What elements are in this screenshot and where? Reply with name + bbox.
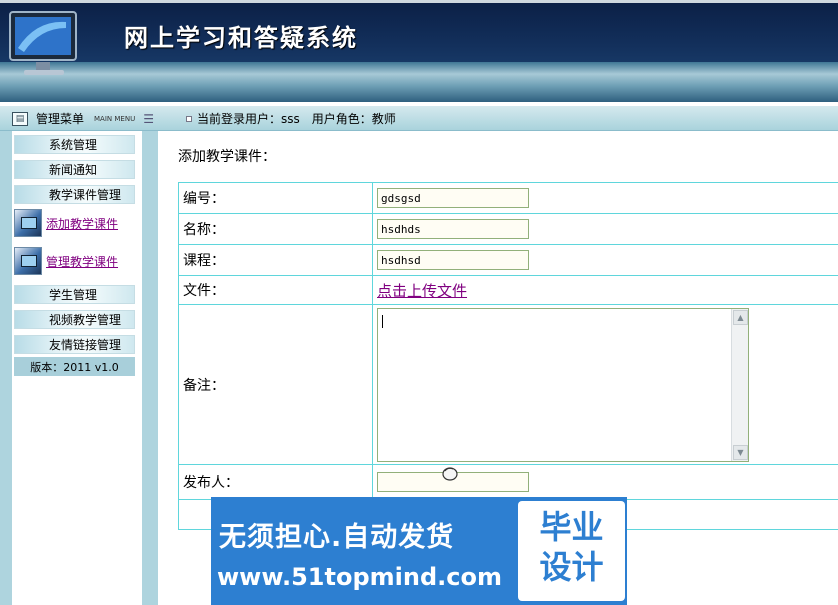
monitor-icon (9, 11, 77, 75)
remark-textarea[interactable]: ▲ ▼ (377, 307, 749, 462)
sidebar-link-manage-courseware[interactable]: 管理教学课件 (14, 245, 142, 277)
sidebar-link-add-courseware[interactable]: 添加教学课件 (14, 207, 142, 239)
app-window: 网上学习和答疑系统 ▤ 管理菜单 MAIN MENU ☰ 当前登录用户：sss … (0, 0, 838, 605)
banner-slogan: 无须担心.自动发货 (219, 522, 455, 553)
courseware-thumbnail-icon (14, 247, 42, 275)
sidebar-item-courseware[interactable]: 教学课件管理 (14, 185, 135, 204)
sidebar-item-label: 学生管理 (49, 288, 98, 302)
scroll-up-icon[interactable]: ▲ (733, 309, 748, 325)
form-row-name: 名称： hsdhds (178, 213, 838, 245)
upload-file-link[interactable]: 点击上传文件 (377, 282, 467, 300)
manage-courseware-link[interactable]: 管理教学课件 (46, 253, 118, 270)
remark-label: 备注： (178, 304, 373, 465)
menu-strip: ▤ 管理菜单 MAIN MENU ☰ 当前登录用户：sss 用户角色：教师 (0, 106, 838, 131)
header-banner: 网上学习和答疑系统 (0, 0, 838, 102)
form-row-number: 编号： gdsgsd (178, 182, 838, 214)
banner-badge: 毕业 设计 (518, 501, 625, 601)
menu-subtitle: MAIN MENU (94, 114, 136, 123)
current-user: 当前登录用户：sss (197, 112, 300, 126)
textarea-scrollbar[interactable]: ▲ ▼ (731, 308, 748, 461)
name-input[interactable]: hsdhds (377, 219, 529, 239)
form-row-file: 文件： 点击上传文件 (178, 275, 838, 305)
courseware-thumbnail-icon (14, 209, 42, 237)
sidebar-item-system[interactable]: 系统管理 (14, 135, 135, 154)
sidebar-item-students[interactable]: 学生管理 (14, 285, 135, 304)
form-row-course: 课程： hsdhsd (178, 244, 838, 276)
sidebar-item-label: 新闻通知 (49, 163, 98, 177)
bullet-icon (186, 115, 192, 122)
form-row-remark: 备注： ▲ ▼ (178, 304, 838, 465)
menu-title: 管理菜单 (36, 112, 85, 126)
page-title: 添加教学课件： (178, 149, 276, 165)
text-caret (382, 314, 383, 328)
number-label: 编号： (178, 182, 373, 214)
sidebar-item-video[interactable]: 视频教学管理 (14, 310, 135, 329)
add-courseware-link[interactable]: 添加教学课件 (46, 215, 118, 232)
course-input[interactable]: hsdhsd (377, 250, 529, 270)
sidebar-item-label: 友情链接管理 (49, 338, 122, 352)
menu-icon: ▤ (12, 111, 28, 126)
file-label: 文件： (178, 275, 373, 305)
header-topline (0, 0, 838, 3)
course-label: 课程： (178, 244, 373, 276)
sidebar-item-label: 视频教学管理 (49, 313, 122, 327)
header-band (0, 62, 838, 102)
menu-lines-icon: ☰ (143, 111, 154, 126)
main-menu-heading: ▤ 管理菜单 MAIN MENU ☰ (12, 106, 158, 131)
sidebar-item-label: 教学课件管理 (49, 188, 122, 202)
system-title: 网上学习和答疑系统 (124, 23, 358, 52)
form-row-publisher: 发布人： (178, 464, 838, 500)
mouse-pointer-icon (442, 467, 458, 481)
courseware-form: 编号： gdsgsd 名称： hsdhds 课程： hsdhsd 文件： 点击上… (178, 182, 838, 530)
user-info: 当前登录用户：sss 用户角色：教师 (186, 106, 396, 131)
banner-url: www.51topmind.com (217, 563, 502, 591)
sidebar-item-label: 系统管理 (49, 138, 98, 152)
sidebar-rail-left (0, 131, 12, 605)
user-role: 用户角色：教师 (311, 112, 396, 126)
banner-badge-text: 毕业 设计 (539, 508, 604, 586)
sidebar-item-news[interactable]: 新闻通知 (14, 160, 135, 179)
sidebar-item-links[interactable]: 友情链接管理 (14, 335, 135, 354)
sidebar-rail-right (142, 131, 158, 605)
name-label: 名称： (178, 213, 373, 245)
number-input[interactable]: gdsgsd (377, 188, 529, 208)
publisher-label: 发布人： (178, 464, 373, 500)
scroll-down-icon[interactable]: ▼ (733, 444, 748, 460)
version-label: 版本：2011 v1.0 (14, 357, 135, 376)
watermark-banner: 无须担心.自动发货 www.51topmind.com 毕业 设计 (211, 497, 627, 605)
